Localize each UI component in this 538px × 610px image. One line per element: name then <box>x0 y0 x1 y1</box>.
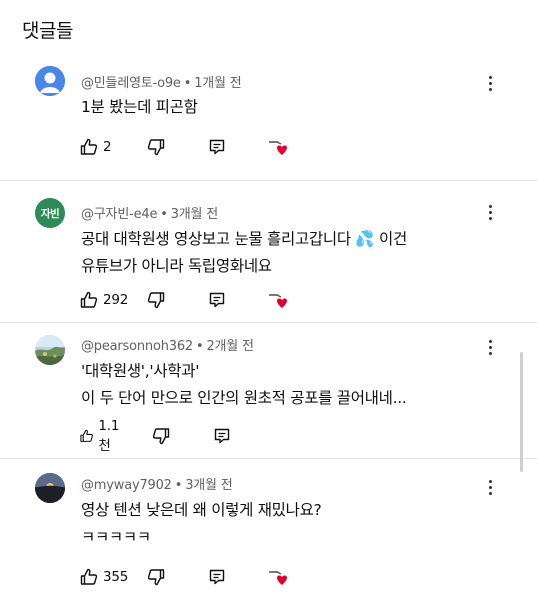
more-vert-icon[interactable] <box>483 337 497 357</box>
divider <box>0 458 538 459</box>
comment-meta: @구자빈-e4e • 3개월 전 <box>81 203 218 222</box>
comment-text-line: 1분 봤는데 피곤함 <box>81 98 198 116</box>
reply-button[interactable] <box>207 289 227 311</box>
comment-age[interactable]: 1개월 전 <box>194 76 241 91</box>
thumb-down-icon <box>152 428 170 445</box>
creator-heart <box>267 289 291 311</box>
like-count: 2 <box>103 139 112 155</box>
thumb-up-icon <box>80 429 93 442</box>
comment-text-line: 유튜브가 아니라 독립영화네요 <box>81 257 272 275</box>
avatar[interactable] <box>35 473 65 503</box>
profile-photo-icon <box>35 335 65 365</box>
comment-meta: @민들레영토-o9e • 1개월 전 <box>81 72 242 91</box>
comment-meta: @myway7902 • 3개월 전 <box>81 474 233 493</box>
creator-heart <box>267 566 291 588</box>
reply-icon <box>209 292 225 308</box>
dislike-button[interactable] <box>146 289 166 311</box>
comment-age[interactable]: 2개월 전 <box>206 339 253 354</box>
meta-separator: • <box>183 76 192 91</box>
more-vert-icon[interactable] <box>483 73 497 93</box>
reply-icon <box>209 139 225 155</box>
like-count: 1.1천 <box>98 418 120 454</box>
meta-separator: • <box>195 339 204 354</box>
reply-button[interactable] <box>207 136 227 158</box>
like-button[interactable]: 355 <box>79 566 128 588</box>
comment-text-line: 영상 텐션 낮은데 왜 이렇게 재밌나요? <box>81 501 322 519</box>
comment-text-line: ㅋㅋㅋㅋㅋ <box>81 528 151 546</box>
divider <box>0 180 538 181</box>
divider <box>0 322 538 323</box>
creator-heart-icon <box>269 571 287 585</box>
avatar[interactable] <box>35 335 65 365</box>
creator-heart-icon <box>269 294 287 308</box>
comment-text-line: 이 두 단어 만으로 인간의 원초적 공포를 끌어내네... <box>81 389 407 407</box>
more-vert-icon[interactable] <box>483 202 497 222</box>
scrollbar[interactable] <box>520 352 523 472</box>
comment-text-line: '대학원생','사학과' <box>81 362 200 380</box>
reply-button[interactable] <box>207 566 227 588</box>
thumb-up-icon <box>80 138 98 155</box>
comment-author[interactable]: @pearsonnoh362 <box>81 339 193 354</box>
avatar[interactable]: 자빈 <box>35 198 65 228</box>
creator-heart <box>267 136 291 158</box>
comment-age[interactable]: 3개월 전 <box>171 207 218 222</box>
comment-author[interactable]: @민들레영토-o9e <box>81 76 181 91</box>
thumb-down-icon <box>147 139 165 156</box>
comment-age[interactable]: 3개월 전 <box>185 478 232 493</box>
thumb-down-icon <box>147 569 165 586</box>
comment-author[interactable]: @구자빈-e4e <box>81 207 157 222</box>
dislike-button[interactable] <box>151 425 171 447</box>
meta-separator: • <box>174 478 183 493</box>
like-button[interactable]: 1.1천 <box>79 418 124 454</box>
reply-button[interactable] <box>212 425 232 447</box>
avatar[interactable] <box>35 66 65 96</box>
creator-heart-icon <box>269 141 287 155</box>
comment-author[interactable]: @myway7902 <box>81 478 172 493</box>
like-count: 355 <box>103 569 129 585</box>
profile-photo-icon <box>35 473 65 503</box>
thumb-down-icon <box>147 292 165 309</box>
avatar-initials: 자빈 <box>40 207 60 220</box>
more-vert-icon[interactable] <box>483 477 497 497</box>
page-title: 댓글들 <box>22 20 73 42</box>
thumb-up-icon <box>80 291 98 308</box>
reply-icon <box>209 569 225 585</box>
reply-icon <box>214 428 230 444</box>
thumb-up-icon <box>80 568 98 585</box>
dislike-button[interactable] <box>146 136 166 158</box>
like-button[interactable]: 2 <box>79 136 112 158</box>
like-button[interactable]: 292 <box>79 289 128 311</box>
dislike-button[interactable] <box>146 566 166 588</box>
comment-text-line: 공대 대학원생 영상보고 눈물 흘리고갑니다 💦 이건 <box>81 230 407 248</box>
comment-meta: @pearsonnoh362 • 2개월 전 <box>81 335 254 354</box>
meta-separator: • <box>160 207 168 222</box>
like-count: 292 <box>103 292 129 308</box>
default-avatar-icon <box>35 66 65 96</box>
